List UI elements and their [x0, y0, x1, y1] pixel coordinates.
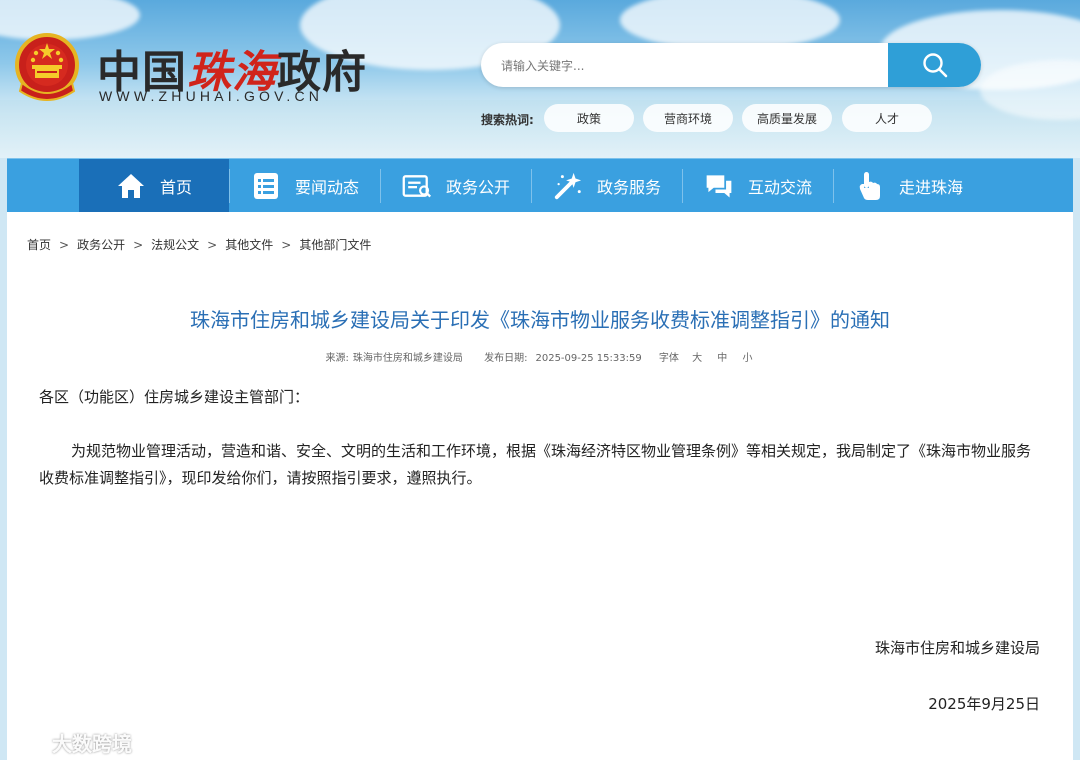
search-input[interactable] [499, 43, 883, 87]
breadcrumb-separator: > [59, 238, 70, 252]
article-title: 珠海市住房和城乡建设局关于印发《珠海市物业服务收费标准调整指引》的通知 [190, 308, 890, 332]
font-size-medium-button[interactable]: 中 [717, 353, 727, 364]
article-signature: 珠海市住房和城乡建设局 [874, 639, 1040, 657]
main-nav: 首页 要闻动态 政务公开 政务服务 互动交流 走进珠海 [7, 158, 1073, 213]
font-size-large-button[interactable]: 大 [692, 353, 702, 364]
breadcrumb: 首页 > 政务公开 > 法规公文 > 其他文件 > 其他部门文件 [27, 236, 371, 253]
article-body: 为规范物业管理活动，营造和谐、安全、文明的生活和工作环境，根据《珠海经济特区物业… [39, 442, 1032, 487]
breadcrumb-separator: > [281, 238, 292, 252]
article-salutation: 各区（功能区）住房城乡建设主管部门： [39, 388, 310, 406]
nav-item-gov-services[interactable]: 政务服务 [532, 159, 682, 213]
article-meta: 来源: 珠海市住房和城乡建设局 发布日期: 2025-09-25 15:33:59 … [7, 349, 1073, 364]
article-container: 首页 > 政务公开 > 法规公文 > 其他文件 > 其他部门文件 珠海市住房和城乡建设局关于印发… [7, 212, 1073, 760]
nav-item-label: 互动交流 [747, 178, 812, 197]
breadcrumb-separator: > [207, 238, 218, 252]
site-logo-url: WWW.ZHUHAI.GOV.CN [99, 88, 324, 104]
nav-item-home[interactable]: 首页 [79, 159, 229, 213]
search-icon [922, 53, 947, 78]
nav-item-label: 政务公开 [445, 178, 510, 197]
hot-tag-business-environment[interactable]: 营商环境 [643, 104, 733, 132]
nav-item-news[interactable]: 要闻动态 [230, 159, 380, 213]
search-button[interactable] [888, 43, 981, 87]
nav-item-interaction[interactable]: 互动交流 [683, 159, 833, 213]
news-list-icon [251, 171, 281, 201]
breadcrumb-link-gov-affairs-open[interactable]: 政务公开 [77, 238, 125, 252]
breadcrumb-separator: > [133, 238, 144, 252]
source-value: 珠海市住房和城乡建设局 [352, 353, 463, 364]
breadcrumb-link-regulations[interactable]: 法规公文 [151, 238, 199, 252]
publish-date-label: 发布日期: [484, 353, 528, 364]
hot-search-label: 搜索热词: [481, 113, 534, 127]
nav-item-explore-zhuhai[interactable]: 走进珠海 [834, 159, 984, 213]
document-icon [402, 171, 432, 201]
chat-icon [704, 171, 734, 201]
magic-wand-icon [553, 171, 583, 201]
hot-tag-talent[interactable]: 人才 [842, 104, 932, 132]
breadcrumb-link-home[interactable]: 首页 [27, 238, 51, 252]
search-box [481, 43, 981, 87]
nav-item-gov-affairs-open[interactable]: 政务公开 [381, 159, 531, 213]
nav-item-label: 政务服务 [596, 178, 661, 197]
header-banner: 中国珠海政府 WWW.ZHUHAI.GOV.CN 搜索热词: 政策 营商环境 高… [0, 0, 1080, 158]
watermark-text: 大数跨境 [52, 732, 132, 756]
national-emblem-icon [15, 33, 79, 101]
breadcrumb-link-other-dept-files[interactable]: 其他部门文件 [299, 238, 371, 252]
article-sign-date: 2025年9月25日 [928, 695, 1040, 713]
source-label: 来源: [325, 353, 349, 364]
nav-item-label: 走进珠海 [898, 178, 963, 197]
hand-pointer-icon [855, 171, 885, 201]
nav-item-label: 要闻动态 [294, 178, 359, 197]
hot-tag-high-quality-development[interactable]: 高质量发展 [742, 104, 832, 132]
home-icon [116, 171, 146, 201]
publish-date-value: 2025-09-25 15:33:59 [535, 353, 642, 364]
breadcrumb-link-other-files[interactable]: 其他文件 [225, 238, 273, 252]
font-size-label: 字体 [658, 353, 679, 364]
watermark-logo-icon [12, 730, 50, 751]
hot-tag-policy[interactable]: 政策 [544, 104, 634, 132]
nav-item-label: 首页 [159, 178, 192, 197]
font-size-small-button[interactable]: 小 [742, 353, 752, 364]
